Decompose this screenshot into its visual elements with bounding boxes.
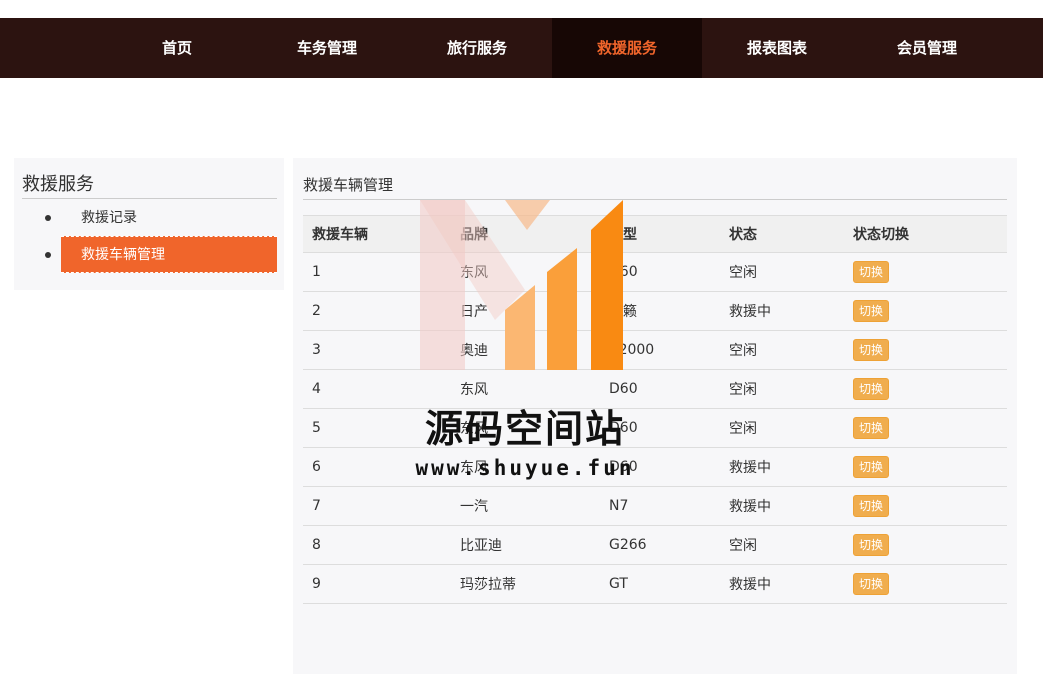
table-row: 5 东风 D60 空闲 切换 (303, 409, 1007, 448)
cell-vehicle-id: 1 (312, 264, 321, 280)
nav-item-vehicle-affairs[interactable]: 车务管理 (252, 18, 402, 78)
sidebar-item-rescue-vehicle-management[interactable]: 救援车辆管理 (61, 236, 277, 273)
cell-model: 天籁 (609, 304, 637, 320)
toggle-status-button[interactable]: 切换 (853, 534, 890, 556)
cell-model: GT (609, 576, 628, 592)
cell-toggle: 切换 (853, 292, 890, 330)
nav-item-travel-service[interactable]: 旅行服务 (402, 18, 552, 78)
cell-vehicle-id: 6 (312, 459, 321, 475)
toggle-status-button[interactable]: 切换 (853, 261, 890, 283)
cell-status: 空闲 (729, 265, 757, 281)
table-row: 8 比亚迪 G266 空闲 切换 (303, 526, 1007, 565)
cell-brand: 日产 (460, 304, 488, 320)
cell-brand: 一汽 (460, 499, 488, 515)
toggle-status-button[interactable]: 切换 (853, 300, 890, 322)
cell-model: D60 (609, 264, 638, 280)
table-body: 1 东风 D60 空闲 切换 2 日产 天籁 救援中 切换 3 奥迪 A2000 空闲 切换 4 东风 D60 空闲… (303, 253, 1007, 604)
cell-vehicle-id: 8 (312, 537, 321, 553)
table-row: 9 玛莎拉蒂 GT 救援中 切换 (303, 565, 1007, 604)
cell-toggle: 切换 (853, 370, 890, 408)
cell-vehicle-id: 7 (312, 498, 321, 514)
cell-model: N7 (609, 498, 629, 514)
sidebar-title: 救援服务 (22, 174, 94, 195)
top-nav: 首页 车务管理 旅行服务 救援服务 报表图表 会员管理 (0, 18, 1043, 78)
cell-brand: 东风 (460, 460, 488, 476)
cell-status: 救援中 (729, 460, 771, 476)
table-row: 1 东风 D60 空闲 切换 (303, 253, 1007, 292)
cell-status: 救援中 (729, 304, 771, 320)
toggle-status-button[interactable]: 切换 (853, 456, 890, 478)
cell-status: 救援中 (729, 499, 771, 515)
nav-item-home[interactable]: 首页 (102, 18, 252, 78)
cell-brand: 东风 (460, 421, 488, 437)
nav-item-reports[interactable]: 报表图表 (702, 18, 852, 78)
table-row: 4 东风 D60 空闲 切换 (303, 370, 1007, 409)
header-brand: 品牌 (460, 227, 488, 243)
table-row: 6 东风 D60 救援中 切换 (303, 448, 1007, 487)
cell-toggle: 切换 (853, 409, 890, 447)
cell-toggle: 切换 (853, 253, 890, 291)
toggle-status-button[interactable]: 切换 (853, 417, 890, 439)
title-divider (303, 199, 1007, 200)
cell-status: 救援中 (729, 577, 771, 593)
cell-model: G266 (609, 537, 647, 553)
cell-toggle: 切换 (853, 331, 890, 369)
cell-status: 空闲 (729, 421, 757, 437)
cell-model: D60 (609, 420, 638, 436)
header-status: 状态 (729, 227, 757, 243)
table-row: 2 日产 天籁 救援中 切换 (303, 292, 1007, 331)
cell-status: 空闲 (729, 538, 757, 554)
table-header: 救援车辆 品牌 车型 状态 状态切换 (303, 215, 1007, 253)
cell-brand: 东风 (460, 265, 488, 281)
cell-vehicle-id: 5 (312, 420, 321, 436)
cell-model: D60 (609, 459, 638, 475)
page-title: 救援车辆管理 (303, 176, 394, 194)
toggle-status-button[interactable]: 切换 (853, 378, 890, 400)
sidebar-divider (22, 198, 277, 199)
toggle-status-button[interactable]: 切换 (853, 339, 890, 361)
header-model: 车型 (609, 227, 637, 243)
cell-toggle: 切换 (853, 565, 890, 603)
cell-model: A2000 (609, 342, 655, 358)
cell-vehicle-id: 9 (312, 576, 321, 592)
vehicle-table: 救援车辆 品牌 车型 状态 状态切换 1 东风 D60 空闲 切换 2 日产 天籁 救援中 切换 3… (303, 215, 1007, 604)
sidebar: 救援服务 救援记录 救援车辆管理 (14, 158, 284, 290)
nav-item-members[interactable]: 会员管理 (852, 18, 1002, 78)
cell-brand: 比亚迪 (460, 538, 502, 554)
cell-vehicle-id: 2 (312, 303, 321, 319)
cell-brand: 东风 (460, 382, 488, 398)
cell-vehicle-id: 4 (312, 381, 321, 397)
toggle-status-button[interactable]: 切换 (853, 495, 890, 517)
cell-brand: 奥迪 (460, 343, 488, 359)
bullet-icon (45, 215, 51, 221)
table-row: 7 一汽 N7 救援中 切换 (303, 487, 1007, 526)
cell-model: D60 (609, 381, 638, 397)
cell-vehicle-id: 3 (312, 342, 321, 358)
toggle-status-button[interactable]: 切换 (853, 573, 890, 595)
cell-toggle: 切换 (853, 526, 890, 564)
sidebar-item-rescue-records[interactable]: 救援记录 (61, 200, 277, 237)
nav-item-rescue-service[interactable]: 救援服务 (552, 18, 702, 78)
cell-toggle: 切换 (853, 487, 890, 525)
cell-status: 空闲 (729, 343, 757, 359)
cell-status: 空闲 (729, 382, 757, 398)
table-row: 3 奥迪 A2000 空闲 切换 (303, 331, 1007, 370)
main-panel: 救援车辆管理 救援车辆 品牌 车型 状态 状态切换 1 东风 D60 空闲 切换 2 日产天… (293, 158, 1017, 674)
header-toggle: 状态切换 (853, 227, 909, 243)
cell-brand: 玛莎拉蒂 (460, 577, 516, 593)
bullet-icon (45, 252, 51, 258)
cell-toggle: 切换 (853, 448, 890, 486)
header-vehicle: 救援车辆 (312, 227, 368, 243)
